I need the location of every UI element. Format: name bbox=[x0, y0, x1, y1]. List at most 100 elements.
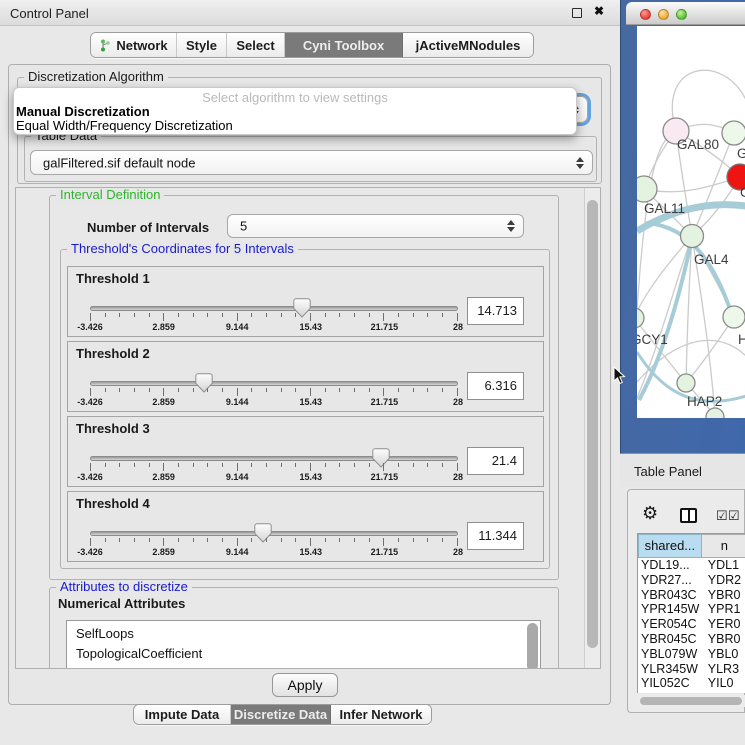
cell: YLR3 bbox=[703, 662, 745, 677]
column-header-shared-name[interactable]: shared... bbox=[638, 534, 702, 558]
table-row[interactable]: YBR043CYBR0 bbox=[638, 588, 745, 603]
column-header-name[interactable]: n bbox=[702, 534, 745, 558]
tick-label: 28 bbox=[453, 397, 463, 407]
close-traffic-light-icon[interactable] bbox=[640, 9, 651, 20]
tab-jactivemnodules[interactable]: jActiveMNodules bbox=[403, 33, 533, 57]
dropdown-option-manual-discretization[interactable]: Manual Discretization bbox=[16, 104, 150, 119]
node-label-gcy1: GCY1 bbox=[637, 332, 668, 347]
scrollbar-thumb[interactable] bbox=[587, 200, 598, 648]
threshold-1-box: Threshold 1 -3.4262.8599.14415.4321.7152… bbox=[67, 266, 544, 337]
discretization-algorithm-group-title: Discretization Algorithm bbox=[24, 70, 168, 84]
bottom-tab-bar: Impute Data Discretize Data Infer Networ… bbox=[133, 704, 432, 725]
tick-label: 2.859 bbox=[152, 547, 175, 557]
network-view-canvas[interactable]: GAL80 GA GAL11 C GAL4 GCY1 H HAP2 bbox=[637, 26, 745, 418]
table-row[interactable]: YDR27...YDR2 bbox=[638, 573, 745, 588]
checkbox-icon[interactable]: ☑ bbox=[716, 509, 728, 522]
checkbox-icon[interactable]: ☑ bbox=[728, 509, 740, 522]
node-gcy1[interactable] bbox=[637, 308, 644, 328]
node-label-gal80: GAL80 bbox=[677, 137, 719, 152]
cell: YDL19... bbox=[638, 558, 703, 573]
table-row[interactable]: YBR045CYBR0 bbox=[638, 632, 745, 647]
minimize-traffic-light-icon[interactable] bbox=[658, 9, 669, 20]
table-row[interactable]: YPR145WYPR1 bbox=[638, 602, 745, 617]
combo-arrows-icon bbox=[576, 157, 583, 169]
threshold-1-value-field[interactable]: 14.713 bbox=[467, 297, 524, 325]
threshold-4-value-field[interactable]: 11.344 bbox=[467, 522, 524, 550]
tab-jactivemnodules-label: jActiveMNodules bbox=[416, 38, 521, 53]
apply-button[interactable]: Apply bbox=[272, 673, 338, 697]
zoom-traffic-light-icon[interactable] bbox=[676, 9, 687, 20]
tab-discretize-data[interactable]: Discretize Data bbox=[231, 705, 331, 724]
tab-infer-network[interactable]: Infer Network bbox=[331, 705, 431, 724]
threshold-1-label: Threshold 1 bbox=[76, 271, 150, 286]
dropdown-placeholder-option[interactable]: Select algorithm to view settings bbox=[14, 90, 576, 105]
table-panel-title: Table Panel bbox=[634, 464, 702, 479]
list-item[interactable]: BetweennessCentrality bbox=[76, 664, 540, 669]
tick-label: 9.144 bbox=[226, 472, 249, 482]
scrollbar-thumb[interactable] bbox=[640, 697, 742, 705]
number-of-intervals-combobox[interactable]: 5 bbox=[227, 214, 524, 238]
tick-label: -3.426 bbox=[77, 547, 103, 557]
threshold-4-label: Threshold 4 bbox=[76, 496, 150, 511]
dropdown-option-equal-width[interactable]: Equal Width/Frequency Discretization bbox=[16, 118, 233, 133]
table-row[interactable]: YBL079WYBL0 bbox=[638, 647, 745, 662]
attributes-group-title: Attributes to discretize bbox=[56, 580, 192, 594]
gear-icon[interactable]: ⚙ bbox=[642, 504, 658, 522]
table-horizontal-scrollbar[interactable] bbox=[637, 695, 745, 707]
threshold-3-label: Threshold 3 bbox=[76, 421, 150, 436]
node-hap2[interactable] bbox=[677, 374, 695, 392]
number-of-intervals-label: Number of Intervals bbox=[87, 220, 209, 235]
split-columns-icon[interactable] bbox=[680, 508, 697, 523]
attributes-group: Attributes to discretize Numerical Attri… bbox=[49, 587, 559, 669]
cell: YIL052C bbox=[638, 676, 703, 691]
list-scrollbar[interactable] bbox=[527, 623, 538, 669]
tick-label: 28 bbox=[453, 547, 463, 557]
threshold-3-value-field[interactable]: 21.4 bbox=[467, 447, 524, 475]
float-window-icon[interactable] bbox=[572, 8, 582, 18]
cell: YBR0 bbox=[703, 632, 745, 647]
network-window-frame[interactable]: GAL80 GA GAL11 C GAL4 GCY1 H HAP2 bbox=[620, 0, 745, 453]
table-data-selected-value: galFiltered.sif default node bbox=[43, 155, 195, 170]
table-row[interactable]: YIL052CYIL0 bbox=[638, 676, 745, 691]
cell: YBR043C bbox=[638, 588, 703, 603]
tick-label: 9.144 bbox=[226, 322, 249, 332]
table-panel: ⚙ ☑ ☑ shared... n YDL19...YDL1 YDR27...Y… bbox=[627, 489, 745, 713]
threshold-2-value-field[interactable]: 6.316 bbox=[467, 372, 524, 400]
number-of-intervals-value: 5 bbox=[240, 219, 247, 234]
tab-network[interactable]: Network bbox=[91, 33, 177, 57]
node-bottom[interactable] bbox=[706, 408, 724, 418]
node-gal11[interactable] bbox=[637, 176, 657, 202]
table-data-combobox[interactable]: galFiltered.sif default node bbox=[30, 150, 593, 175]
tick-label: 2.859 bbox=[152, 322, 175, 332]
tab-cyni-toolbox[interactable]: Cyni Toolbox bbox=[285, 33, 403, 57]
node-gal4[interactable] bbox=[681, 225, 704, 248]
top-tab-bar: Network Style Select Cyni Toolbox jActiv… bbox=[90, 32, 534, 58]
cell: YPR145W bbox=[638, 602, 703, 617]
close-icon[interactable]: ✖ bbox=[594, 4, 604, 18]
node-right-mid[interactable] bbox=[723, 306, 745, 328]
algorithm-dropdown-popup: Select algorithm to view settings Manual… bbox=[13, 87, 577, 135]
settings-scrollbar[interactable] bbox=[584, 188, 600, 668]
list-item[interactable]: SelfLoops bbox=[76, 624, 540, 644]
cell: YBL0 bbox=[703, 647, 745, 662]
table-row[interactable]: YDL19...YDL1 bbox=[638, 558, 745, 573]
network-window-titlebar[interactable] bbox=[626, 2, 745, 25]
table-body: YDL19...YDL1 YDR27...YDR2 YBR043CYBR0 YP… bbox=[638, 558, 745, 691]
slider-tick-labels: -3.4262.8599.14415.4321.71528 bbox=[90, 322, 458, 333]
table-row[interactable]: YLR345WYLR3 bbox=[638, 662, 745, 677]
tick-label: -3.426 bbox=[77, 472, 103, 482]
tab-style[interactable]: Style bbox=[177, 33, 227, 57]
numerical-attributes-list[interactable]: SelfLoops TopologicalCoefficient Between… bbox=[66, 620, 541, 669]
cell: YER054C bbox=[638, 617, 703, 632]
cell: YBR0 bbox=[703, 588, 745, 603]
tick-label: 21.715 bbox=[371, 547, 399, 557]
tab-select[interactable]: Select bbox=[227, 33, 285, 57]
tab-impute-data[interactable]: Impute Data bbox=[134, 705, 231, 724]
tick-label: 15.43 bbox=[300, 397, 323, 407]
tick-label: 21.715 bbox=[371, 322, 399, 332]
table-row[interactable]: YER054CYER0 bbox=[638, 617, 745, 632]
list-item[interactable]: TopologicalCoefficient bbox=[76, 644, 540, 664]
interval-definition-title: Interval Definition bbox=[56, 188, 164, 202]
node-top-right[interactable] bbox=[722, 121, 745, 145]
tick-label: 2.859 bbox=[152, 397, 175, 407]
